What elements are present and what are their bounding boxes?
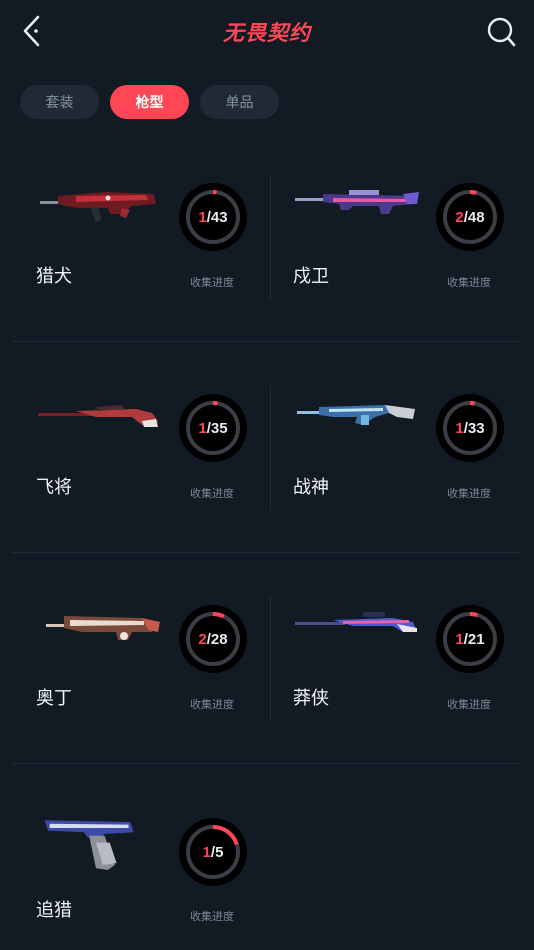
weapon-card-2[interactable]: 飞将 1/35 收集进度: [12, 341, 269, 552]
weapon-name: 追猎: [36, 900, 72, 921]
top-bar: 无畏契约: [0, 0, 534, 64]
weapon-image: [46, 616, 160, 640]
progress-label: 收集进度: [190, 487, 234, 500]
tab-bundles[interactable]: 套装: [20, 85, 99, 119]
weapon-image: [295, 190, 419, 214]
progress-label: 收集进度: [190, 698, 234, 711]
weapon-image: [38, 405, 158, 427]
weapon-name: 猎犬: [36, 266, 72, 287]
progress-label: 收集进度: [447, 487, 491, 500]
tab-single-items[interactable]: 单品: [200, 85, 279, 119]
weapon-image: [40, 192, 156, 222]
weapon-name: 飞将: [36, 477, 72, 498]
weapon-card-4[interactable]: 奥丁 2/28 收集进度: [12, 552, 269, 763]
weapon-card-5[interactable]: 莽侠 1/21 收集进度: [269, 552, 526, 763]
tab-weapon-type[interactable]: 枪型: [110, 85, 189, 119]
search-icon: [487, 17, 516, 47]
weapon-card-3[interactable]: 战神 1/33 收集进度: [269, 341, 526, 552]
weapon-image: [297, 405, 415, 425]
weapon-name: 戍卫: [293, 266, 329, 287]
weapon-card-1[interactable]: 戍卫 2/48 收集进度: [269, 130, 526, 341]
weapon-image: [295, 612, 417, 632]
progress-count: 2/28: [198, 630, 228, 648]
progress-label: 收集进度: [190, 910, 234, 923]
progress-count: 1/35: [198, 419, 228, 437]
progress-label: 收集进度: [447, 698, 491, 711]
weapon-name: 战神: [293, 477, 329, 498]
weapon-image: [44, 820, 134, 870]
search-button[interactable]: [486, 16, 516, 48]
weapon-name: 莽侠: [293, 688, 329, 709]
weapon-name: 奥丁: [36, 688, 72, 709]
progress-count: 1/43: [198, 208, 228, 226]
weapon-card-0[interactable]: 猎犬 1/43 收集进度: [12, 130, 269, 341]
progress-count: 1/5: [202, 843, 224, 861]
progress-count: 1/33: [455, 419, 485, 437]
progress-count: 2/48: [455, 208, 485, 226]
progress-count: 1/21: [455, 630, 485, 648]
progress-label: 收集进度: [190, 276, 234, 289]
progress-label: 收集进度: [447, 276, 491, 289]
app-logo: 无畏契约: [223, 21, 311, 45]
weapon-card-6[interactable]: 追猎 1/5 收集进度: [12, 763, 269, 950]
category-tabs: 套装 枪型 单品: [20, 85, 279, 119]
